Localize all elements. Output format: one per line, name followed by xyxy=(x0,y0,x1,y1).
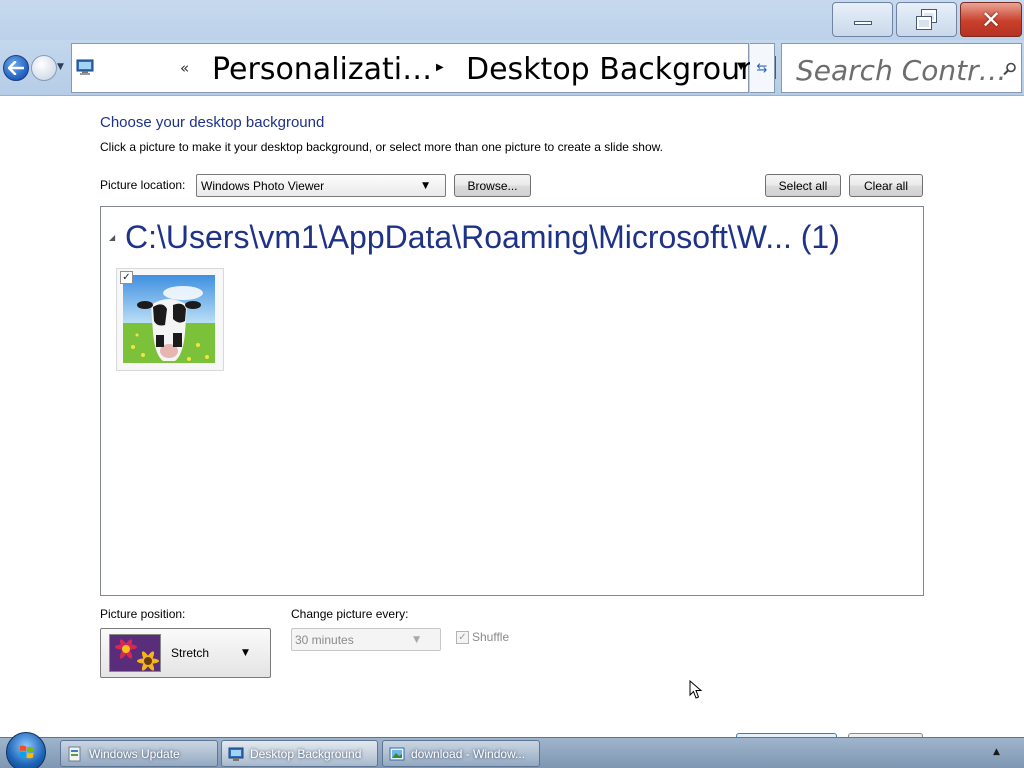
taskbar: Windows Update Desktop Background downlo… xyxy=(0,732,1024,768)
taskbar-item-label: Windows Update xyxy=(89,746,180,761)
search-icon xyxy=(1003,62,1016,76)
minimize-icon xyxy=(853,20,872,25)
taskbar-item-label: Desktop Background xyxy=(250,746,362,761)
picture-position-dropdown[interactable]: Stretch ▼ xyxy=(100,628,271,678)
picture-position-value: Stretch xyxy=(171,646,210,660)
main-content: Choose your desktop background Click a p… xyxy=(0,97,1024,743)
page-description: Click a picture to make it your desktop … xyxy=(100,140,663,154)
back-button[interactable] xyxy=(3,55,29,81)
chevron-down-icon: ▼ xyxy=(242,648,249,658)
change-picture-label: Change picture every: xyxy=(291,607,409,621)
cow-picture xyxy=(123,275,215,363)
show-hidden-icons-button[interactable]: ▲ xyxy=(993,747,1000,757)
close-icon: ✕ xyxy=(980,5,1002,34)
collapse-group-icon[interactable]: ◢ xyxy=(109,233,115,242)
picture-gallery[interactable]: ◢ C:\Users\vm1\AppData\Roaming\Microsoft… xyxy=(100,206,924,596)
chevron-down-icon: ▼ xyxy=(413,635,420,645)
taskbar-item-windows-update[interactable]: Windows Update xyxy=(60,740,218,767)
group-header[interactable]: C:\Users\vm1\AppData\Roaming\Microsoft\W… xyxy=(125,219,840,256)
close-button[interactable]: ✕ xyxy=(960,2,1022,37)
refresh-button[interactable]: ⇆ xyxy=(750,43,775,93)
browse-button[interactable]: Browse... xyxy=(454,174,531,197)
chevron-down-icon: ▼ xyxy=(422,181,429,191)
change-interval-dropdown[interactable]: 30 minutes ▼ xyxy=(291,628,441,651)
thumbnail-checkbox[interactable]: ✓ xyxy=(120,271,133,284)
picture-location-label: Picture location: xyxy=(100,178,186,192)
flower-preview-icon xyxy=(109,634,161,672)
picture-position-label: Picture position: xyxy=(100,607,186,621)
picture-location-dropdown[interactable]: Windows Photo Viewer ▼ xyxy=(196,174,446,197)
page-title: Choose your desktop background xyxy=(100,114,325,131)
breadcrumb-overflow-button[interactable]: « xyxy=(180,59,189,77)
taskbar-item-desktop-background[interactable]: Desktop Background xyxy=(221,740,378,767)
restore-icon xyxy=(915,8,938,30)
recent-pages-dropdown[interactable]: ▼ xyxy=(57,62,69,76)
taskbar-item-label: download - Window... xyxy=(411,746,526,761)
control-panel-icon xyxy=(76,59,94,75)
navigation-bar: ▼ « Personalizati… ▶ Desktop Background … xyxy=(0,40,1024,96)
shuffle-label[interactable]: Shuffle xyxy=(472,630,509,644)
picture-location-value: Windows Photo Viewer xyxy=(201,179,325,193)
windows-update-icon xyxy=(68,746,81,761)
taskbar-item-photo-viewer[interactable]: download - Window... xyxy=(382,740,540,767)
search-input[interactable]: Search Contr… xyxy=(796,54,1007,87)
title-bar: ✕ xyxy=(0,0,1024,40)
start-button[interactable] xyxy=(6,732,46,768)
minimize-button[interactable] xyxy=(832,2,893,37)
search-box[interactable]: Search Contr… xyxy=(781,43,1022,93)
address-bar[interactable]: « Personalizati… ▶ Desktop Background ▼ xyxy=(71,43,778,93)
windows-logo-icon xyxy=(19,745,34,759)
photo-viewer-icon xyxy=(389,747,405,760)
shuffle-checkbox[interactable]: ✓ xyxy=(456,631,469,644)
clear-all-button[interactable]: Clear all xyxy=(849,174,923,197)
change-interval-value: 30 minutes xyxy=(295,633,354,647)
arrow-left-icon xyxy=(8,61,24,75)
breadcrumb-desktop-background[interactable]: Desktop Background xyxy=(466,52,778,87)
chevron-down-icon: ▼ xyxy=(57,62,64,72)
breadcrumb-separator-icon[interactable]: ▶ xyxy=(436,62,444,73)
mouse-cursor-icon xyxy=(689,680,703,699)
refresh-icon: ⇆ xyxy=(756,60,768,76)
forward-button[interactable] xyxy=(31,55,57,81)
control-panel-icon xyxy=(228,747,244,761)
breadcrumb-personalization[interactable]: Personalizati… xyxy=(212,52,432,87)
address-dropdown-icon[interactable]: ▼ xyxy=(737,61,745,72)
restore-button[interactable] xyxy=(896,2,957,37)
picture-thumbnail[interactable]: ✓ xyxy=(116,268,224,371)
select-all-button[interactable]: Select all xyxy=(765,174,841,197)
